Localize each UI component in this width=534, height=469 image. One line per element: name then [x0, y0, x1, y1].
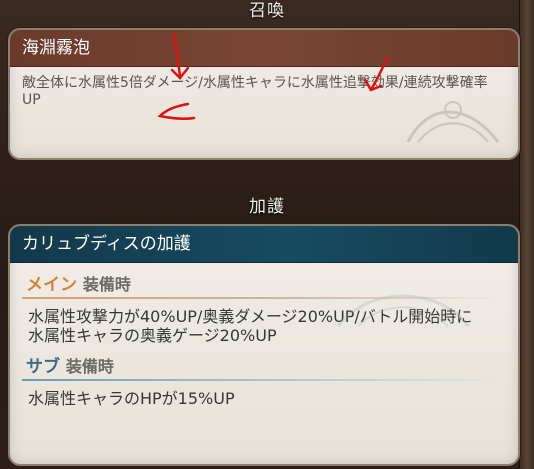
aura-card: カリュブディスの加護 メイン 装備時 水属性攻撃力が40%UP/奥義ダメージ20… — [10, 226, 518, 464]
aura-section-title: 加護 — [249, 197, 285, 217]
ornament-icon — [336, 294, 470, 327]
summon-section-title: 召喚 — [249, 1, 285, 21]
ornament-icon — [406, 101, 500, 143]
scroll-rail[interactable] — [519, 0, 534, 469]
aura-name: カリュブディスの加護 — [10, 226, 518, 263]
main-label-suffix: 装備時 — [82, 275, 131, 294]
main-label: メイン — [26, 275, 77, 295]
sub-divider — [22, 379, 506, 381]
summon-name: 海淵霧泡 — [10, 30, 518, 67]
sub-equip-heading: サブ 装備時 — [10, 353, 518, 381]
summon-card: 海淵霧泡 敵全体に水属性5倍ダメージ/水属性キャラに水属性追撃効果/連続攻撃確率… — [10, 30, 518, 158]
sub-label: サブ — [26, 357, 60, 377]
sub-label-suffix: 装備時 — [65, 357, 114, 376]
sub-effect-text: 水属性キャラのHPが15%UP — [28, 389, 235, 408]
